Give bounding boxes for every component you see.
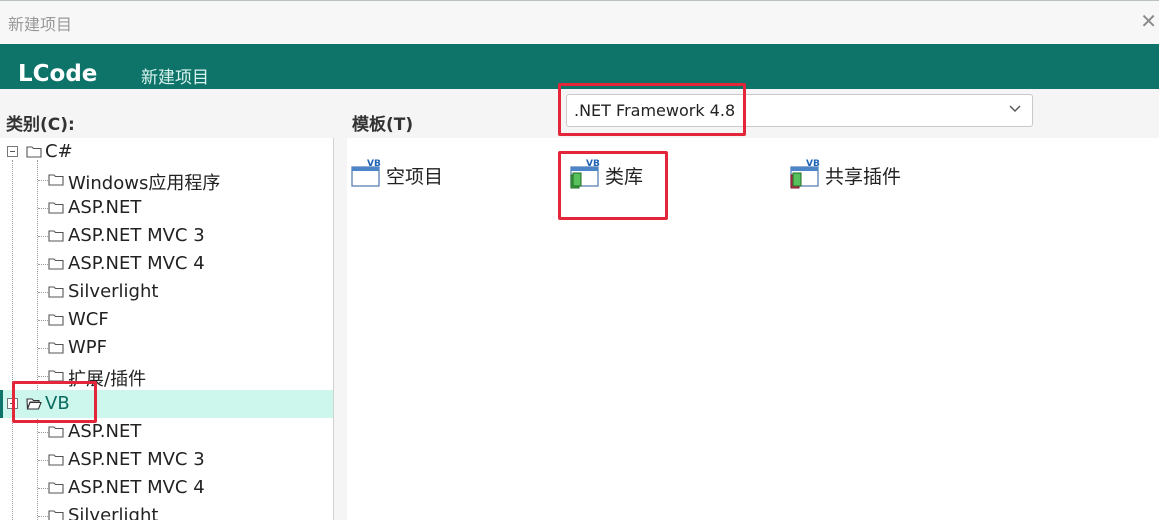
tree-node-csharp-silverlight[interactable]: Silverlight (0, 278, 333, 306)
collapse-icon[interactable] (7, 146, 18, 157)
template-class-library[interactable]: VB 类库 (570, 158, 670, 194)
tree-node-label: WCF (68, 309, 109, 330)
collapse-icon[interactable] (7, 398, 18, 409)
folder-icon (48, 230, 64, 242)
brand-bar: LCode 新建项目 (0, 44, 1159, 89)
tree-branch-line (38, 208, 48, 209)
tree-node-label: Windows应用程序 (68, 173, 221, 194)
tree-branch-line (38, 376, 48, 377)
tree-branch-line (38, 348, 48, 349)
svg-text:VB: VB (367, 159, 381, 169)
template-label-text: 空项目 (386, 166, 444, 188)
tree-node-csharp-mvc3[interactable]: ASP.NET MVC 3 (0, 222, 333, 250)
tree-node-vb-silverlight[interactable]: Silverlight (0, 502, 333, 520)
folder-icon (48, 314, 64, 326)
tree-node-csharp-extensions[interactable]: 扩展/插件 (0, 362, 333, 390)
svg-text:VB: VB (586, 159, 600, 169)
tree-node-vb-mvc3[interactable]: ASP.NET MVC 3 (0, 446, 333, 474)
close-icon[interactable]: ✕ (1140, 9, 1157, 33)
tree-node-label: ASP.NET MVC 3 (68, 449, 205, 470)
tree-node-label: WPF (68, 337, 108, 358)
tree-node-label: ASP.NET MVC 4 (68, 477, 205, 498)
tree-node-label: C# (45, 141, 73, 162)
template-label-text: 共享插件 (825, 166, 902, 188)
folder-open-icon (26, 398, 42, 410)
tree-node-csharp-mvc4[interactable]: ASP.NET MVC 4 (0, 250, 333, 278)
tree-branch-line (38, 460, 48, 461)
selection-indicator (0, 390, 3, 418)
tree-node-label: ASP.NET (68, 197, 142, 218)
tree-branch-line (38, 320, 48, 321)
chevron-down-icon (1009, 105, 1021, 112)
tree-node-vb-mvc4[interactable]: ASP.NET MVC 4 (0, 474, 333, 502)
framework-selected-value: .NET Framework 4.8 (574, 101, 736, 120)
framework-dropdown[interactable]: .NET Framework 4.8 (566, 94, 1033, 127)
app-logo: LCode (18, 61, 98, 87)
template-shared-addin[interactable]: VB 共享插件 (790, 158, 930, 194)
vb-shared-addin-icon: VB (790, 159, 820, 189)
tree-branch-line (38, 432, 48, 433)
folder-icon (26, 146, 42, 158)
vb-class-library-icon: VB (570, 159, 600, 189)
title-bar: 新建项目 ✕ (0, 0, 1159, 44)
category-tree[interactable]: C# Windows应用程序 ASP.NET ASP.NET MVC 3 ASP… (0, 138, 334, 520)
tree-node-label: ASP.NET (68, 421, 142, 442)
folder-icon (48, 286, 64, 298)
folder-icon (48, 482, 64, 494)
folder-icon (48, 454, 64, 466)
tree-node-label: ASP.NET MVC 4 (68, 253, 205, 274)
tree-branch-line (38, 264, 48, 265)
tree-branch-line (38, 488, 48, 489)
svg-text:VB: VB (806, 159, 820, 169)
tree-branch-line (38, 516, 48, 517)
folder-icon (48, 370, 64, 382)
tree-node-label: Silverlight (68, 281, 159, 302)
tab-new-project[interactable]: 新建项目 (141, 63, 209, 88)
tree-node-csharp-wcf[interactable]: WCF (0, 306, 333, 334)
vb-empty-project-icon: VB (351, 159, 381, 187)
tree-node-label: VB (45, 393, 70, 414)
tree-node-csharp-aspnet[interactable]: ASP.NET (0, 194, 333, 222)
tree-branch-line (38, 292, 48, 293)
category-label: 类别(C): (6, 115, 75, 135)
folder-icon (48, 174, 64, 186)
tree-node-csharp-wpf[interactable]: WPF (0, 334, 333, 362)
tree-node-csharp-winforms[interactable]: Windows应用程序 (0, 166, 333, 194)
tree-node-label: 扩展/插件 (68, 369, 147, 390)
tree-branch-line (38, 236, 48, 237)
folder-icon (48, 202, 64, 214)
tree-node-vb[interactable]: VB (0, 390, 333, 418)
tree-node-label: ASP.NET MVC 3 (68, 225, 205, 246)
tree-node-vb-aspnet[interactable]: ASP.NET (0, 418, 333, 446)
template-label: 模板(T) (352, 115, 414, 135)
new-project-dialog: 新建项目 ✕ LCode 新建项目 类别(C): 模板(T) .NET Fram… (0, 0, 1159, 520)
tree-branch-line (38, 180, 48, 181)
dialog-title: 新建项目 (8, 15, 73, 34)
folder-icon (48, 426, 64, 438)
template-list[interactable]: VB 空项目 VB 类库 VB 共享插件 (347, 138, 1159, 520)
tree-node-label: Silverlight (68, 505, 159, 520)
tree-node-csharp[interactable]: C# (0, 138, 333, 166)
folder-icon (48, 510, 64, 520)
template-label-text: 类库 (605, 166, 644, 188)
folder-icon (48, 258, 64, 270)
folder-icon (48, 342, 64, 354)
template-empty-project[interactable]: VB 空项目 (351, 158, 461, 194)
